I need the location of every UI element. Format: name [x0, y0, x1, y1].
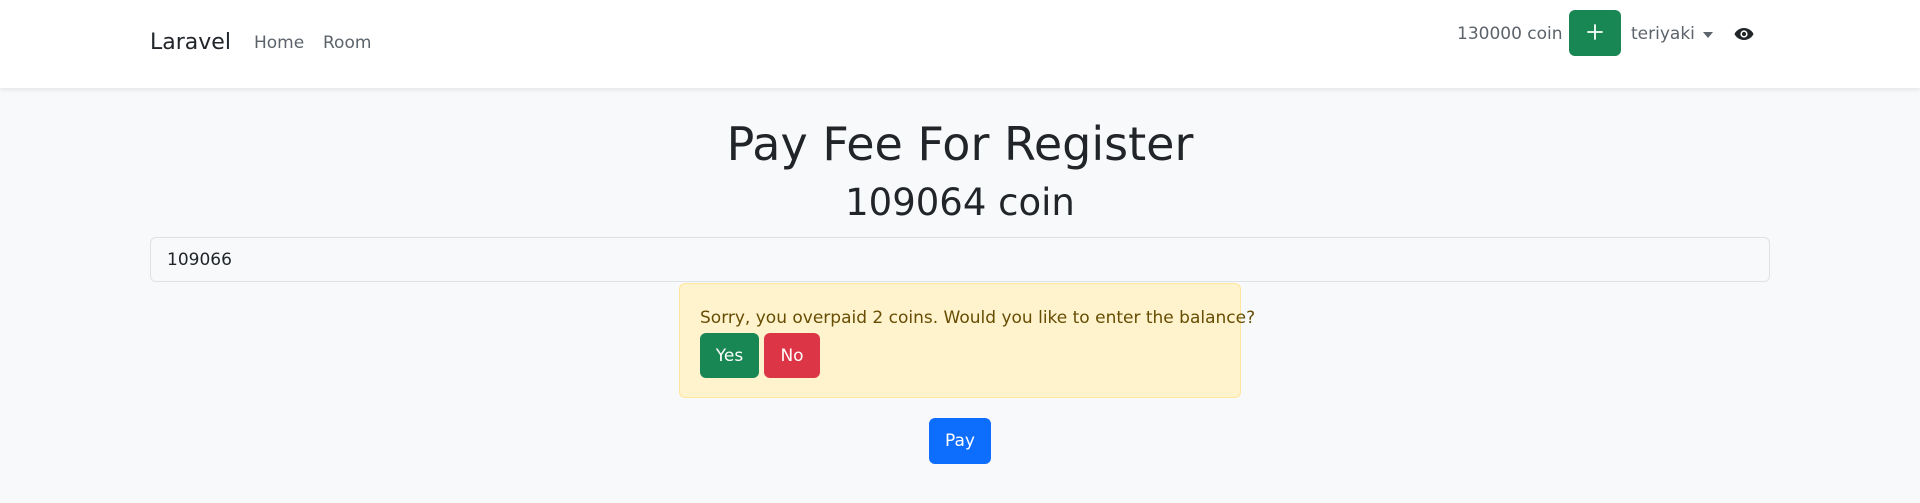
top-navbar: Laravel Home Room 130000 coin teriyaki: [0, 0, 1920, 88]
plus-icon: [1586, 23, 1604, 44]
brand-link[interactable]: Laravel: [150, 27, 231, 59]
pay-button[interactable]: Pay: [929, 418, 991, 464]
page-title: Pay Fee For Register: [726, 117, 1194, 171]
eye-icon[interactable]: [1731, 21, 1757, 47]
fee-amount: 109064 coin: [845, 181, 1075, 224]
caret-down-icon: [1702, 31, 1713, 38]
coin-balance: 130000 coin: [1457, 24, 1563, 44]
yes-button[interactable]: Yes: [700, 333, 759, 378]
username-label: teriyaki: [1631, 24, 1695, 44]
nav-link-room[interactable]: Room: [323, 31, 371, 55]
user-dropdown[interactable]: teriyaki: [1631, 22, 1713, 46]
add-coin-button[interactable]: [1569, 10, 1621, 56]
no-button[interactable]: No: [764, 333, 820, 378]
nav-link-home[interactable]: Home: [254, 31, 304, 55]
amount-input[interactable]: [150, 237, 1770, 282]
alert-message: Sorry, you overpaid 2 coins. Would you l…: [700, 308, 1256, 328]
overpay-alert: Sorry, you overpaid 2 coins. Would you l…: [679, 283, 1255, 398]
